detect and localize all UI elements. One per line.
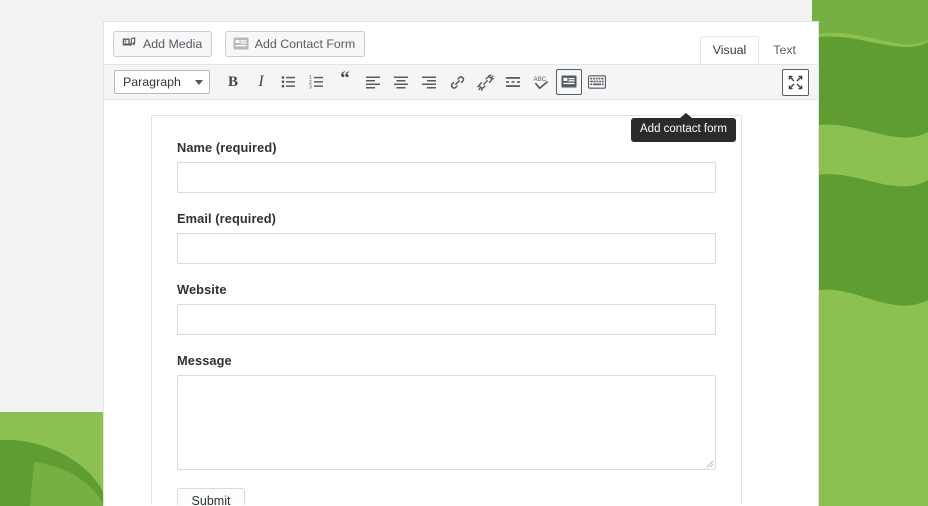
form-field-email: Email (required) [177, 211, 716, 264]
italic-button[interactable]: I [248, 69, 274, 95]
bold-button[interactable]: B [220, 69, 246, 95]
contact-form-preview: Name (required) Email (required) Website… [151, 115, 742, 505]
format-select[interactable]: Paragraph [114, 70, 210, 94]
form-label-website: Website [177, 282, 227, 297]
website-input[interactable] [177, 304, 716, 335]
form-label-name: Name (required) [177, 140, 277, 155]
bulleted-list-button[interactable] [276, 69, 302, 95]
align-left-button[interactable] [360, 69, 386, 95]
form-field-message: Message [177, 353, 716, 470]
message-textarea[interactable] [177, 375, 716, 470]
contact-form-icon [233, 36, 249, 52]
add-media-label: Add Media [143, 37, 203, 51]
editor-canvas[interactable]: Name (required) Email (required) Website… [104, 100, 818, 505]
form-field-name: Name (required) [177, 140, 716, 193]
tab-text[interactable]: Text [760, 36, 809, 64]
chevron-down-icon [195, 79, 203, 85]
editor-mode-tabs: Visual Text [699, 36, 809, 64]
keyboard-shortcuts-button[interactable] [584, 69, 610, 95]
add-media-button[interactable]: Add Media [113, 31, 213, 57]
media-icon [121, 36, 137, 52]
editor-window: Add Media Add Contact Form Visual Text P… [103, 21, 819, 506]
tab-visual[interactable]: Visual [699, 36, 760, 64]
numbered-list-button[interactable]: 1 2 3 [304, 69, 330, 95]
spellcheck-button[interactable]: ABC [528, 69, 554, 95]
tooltip-add-contact-form: Add contact form [631, 113, 736, 142]
align-right-button[interactable] [416, 69, 442, 95]
blockquote-button[interactable]: “ [332, 69, 358, 95]
form-label-message: Message [177, 353, 232, 368]
add-contact-form-button[interactable] [556, 69, 582, 95]
svg-text:3: 3 [309, 84, 312, 90]
add-contact-form-label: Add Contact Form [254, 37, 356, 51]
form-label-email: Email (required) [177, 211, 277, 226]
message-textarea-wrapper [177, 375, 716, 470]
add-contact-form-toolbar-button[interactable]: Add Contact Form [224, 31, 366, 57]
form-field-website: Website [177, 282, 716, 335]
editor-toolbar: Paragraph B I 1 2 3 “ ABC [104, 64, 818, 100]
read-more-button[interactable] [500, 69, 526, 95]
remove-link-button[interactable] [472, 69, 498, 95]
editor-media-bar: Add Media Add Contact Form Visual Text [104, 22, 818, 64]
fullscreen-button[interactable] [782, 69, 809, 96]
format-select-value: Paragraph [123, 75, 181, 89]
name-input[interactable] [177, 162, 716, 193]
submit-button[interactable]: Submit [177, 488, 245, 505]
align-center-button[interactable] [388, 69, 414, 95]
insert-link-button[interactable] [444, 69, 470, 95]
spellcheck-abc-label: ABC [533, 76, 546, 83]
email-input[interactable] [177, 233, 716, 264]
